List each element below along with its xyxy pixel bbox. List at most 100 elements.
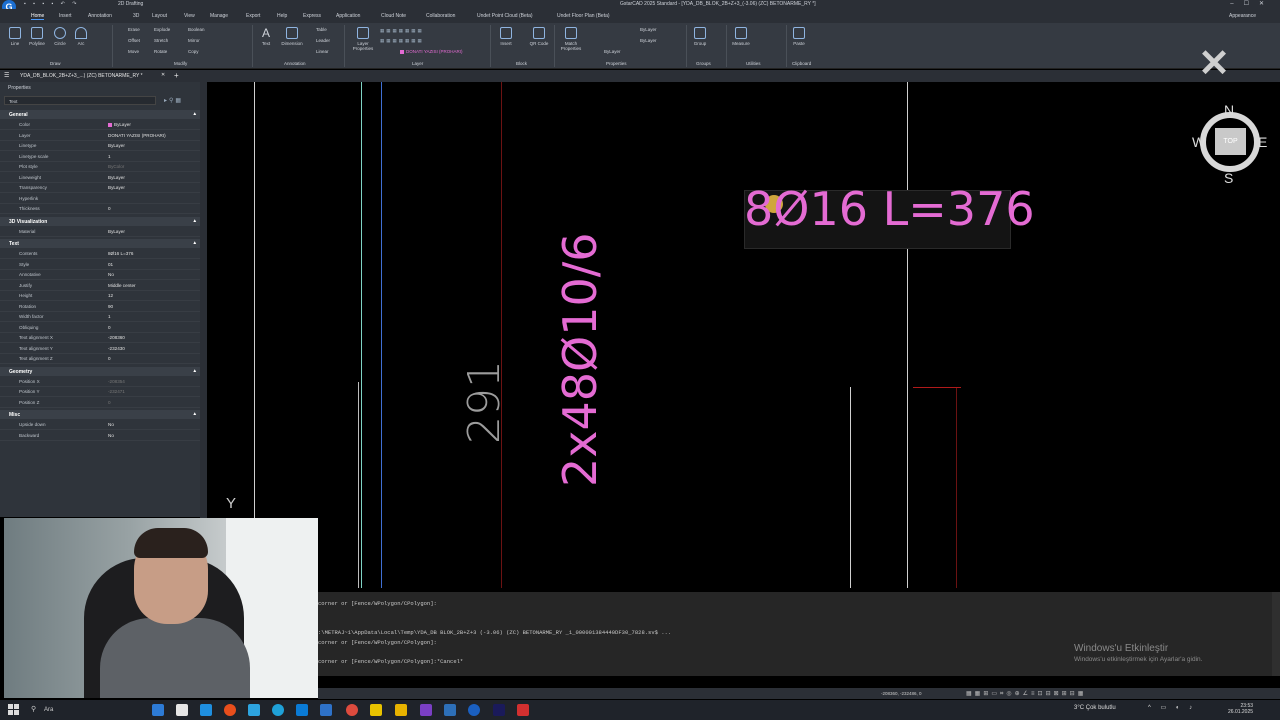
workspace-selector[interactable]: 2D Drafting bbox=[118, 1, 143, 7]
compass-north[interactable]: N bbox=[1224, 102, 1234, 118]
property-row[interactable]: Lineweight ByLayer bbox=[0, 173, 200, 183]
property-row[interactable]: Position X -208354 bbox=[0, 377, 200, 387]
annotation-group-label[interactable]: Annotation bbox=[284, 61, 306, 66]
table-button[interactable]: Table bbox=[316, 27, 327, 32]
property-value[interactable]: No bbox=[108, 433, 114, 438]
quick-access-toolbar[interactable]: ▪ ▪ ▪ ▪ ↶ ↷ bbox=[24, 1, 79, 7]
new-tab-icon[interactable]: + bbox=[174, 71, 179, 80]
taskbar-app-icon[interactable] bbox=[224, 704, 236, 716]
viewcube[interactable]: TOP N S W E bbox=[1192, 102, 1268, 188]
property-value[interactable]: ByLayer bbox=[108, 185, 125, 190]
paste-button[interactable]: Paste bbox=[790, 27, 808, 46]
tab-home[interactable]: Home bbox=[31, 13, 45, 20]
property-value[interactable]: 1 bbox=[108, 154, 111, 159]
section-general[interactable]: General ▴ bbox=[0, 110, 200, 119]
property-row[interactable]: Linetype ByLayer bbox=[0, 141, 200, 151]
property-row[interactable]: Plot style ByColor bbox=[0, 162, 200, 172]
property-row[interactable]: Hyperlink bbox=[0, 194, 200, 204]
section-3d-visualization[interactable]: 3D Visualization ▴ bbox=[0, 216, 200, 226]
property-row[interactable]: Contents 8Ø16 L=376 bbox=[0, 249, 200, 259]
linear-button[interactable]: Linear bbox=[316, 49, 329, 54]
tab-application[interactable]: Application bbox=[336, 13, 360, 19]
property-value[interactable]: 0 bbox=[108, 400, 111, 405]
section-text[interactable]: Text ▴ bbox=[0, 239, 200, 248]
chrome-icon[interactable] bbox=[346, 704, 358, 716]
property-value[interactable]: 0 bbox=[108, 325, 111, 330]
linetype-dropdown[interactable]: ByLayer bbox=[640, 38, 657, 43]
taskbar-clock[interactable]: 23:53 26.01.2025 bbox=[1228, 703, 1253, 715]
property-row[interactable]: Layer DONATI YAZISI (PROHARI) bbox=[0, 131, 200, 141]
dimension-button[interactable]: Dimension bbox=[278, 27, 306, 46]
property-value[interactable]: 0 bbox=[108, 206, 111, 211]
layer-tool-icons-2[interactable]: ▦▦▦▦▦▦▦ bbox=[380, 38, 424, 44]
tab-annotation[interactable]: Annotation bbox=[88, 13, 112, 19]
property-row[interactable]: Obliquing 0 bbox=[0, 323, 200, 333]
tab-express[interactable]: Express bbox=[303, 13, 321, 19]
tab-insert[interactable]: Insert bbox=[59, 13, 72, 19]
taskbar-app-icon[interactable] bbox=[517, 704, 529, 716]
draw-group-label[interactable]: Draw bbox=[50, 61, 61, 66]
window-controls[interactable]: –☐✕ bbox=[1230, 0, 1274, 7]
system-tray-icons[interactable]: ^ ▭ ◐ ♪ bbox=[1148, 704, 1196, 711]
property-value[interactable]: 8Ø16 L=376 bbox=[108, 251, 133, 256]
property-value[interactable]: ByColor bbox=[108, 164, 124, 169]
visual-studio-icon[interactable] bbox=[420, 704, 432, 716]
dimension-text[interactable]: 291 bbox=[459, 360, 510, 444]
vertical-rebar-text[interactable]: 2x48Ø10/6 bbox=[553, 232, 607, 487]
property-value[interactable]: 0 bbox=[108, 356, 111, 361]
property-row[interactable]: Material ByLayer bbox=[0, 227, 200, 237]
clipboard-group-label[interactable]: Clipboard bbox=[792, 61, 811, 66]
layer-tool-icons[interactable]: ▦▦▦▦▦▦▦ bbox=[380, 28, 424, 34]
property-value[interactable]: 01 bbox=[108, 262, 113, 267]
taskbar-app-icon[interactable] bbox=[152, 704, 164, 716]
mirror-button[interactable]: Mirror bbox=[188, 38, 200, 43]
property-row[interactable]: Upside down No bbox=[0, 420, 200, 430]
property-value[interactable]: Middle center bbox=[108, 283, 136, 288]
start-button[interactable] bbox=[8, 704, 19, 715]
group-button[interactable]: Group bbox=[690, 27, 710, 46]
circle-button[interactable]: Circle bbox=[50, 27, 70, 46]
collapse-icon[interactable]: ▴ bbox=[193, 411, 196, 417]
drawing-canvas[interactable]: 291 2x48Ø10/6 8Ø16 L=376 Y bbox=[207, 82, 1280, 588]
command-line[interactable]: corner or [Fence/WPolygon/CPolygon]: :\M… bbox=[318, 592, 1280, 676]
property-row[interactable]: Width factor 1 bbox=[0, 312, 200, 322]
taskbar-search[interactable]: ⚲ Ara bbox=[28, 704, 138, 716]
collapse-icon[interactable]: ▴ bbox=[193, 111, 196, 117]
section-geometry[interactable]: Geometry ▴ bbox=[0, 366, 200, 376]
leader-button[interactable]: Leader bbox=[316, 38, 330, 43]
edge-icon[interactable] bbox=[272, 704, 284, 716]
stretch-button[interactable]: Stretch bbox=[154, 38, 168, 43]
command-scrollbar[interactable] bbox=[1272, 592, 1280, 676]
taskbar-app-icon[interactable] bbox=[248, 704, 260, 716]
property-value[interactable]: 1 bbox=[108, 314, 111, 319]
property-row[interactable]: Transparency ByLayer bbox=[0, 183, 200, 193]
modify-group-label[interactable]: Modify bbox=[174, 61, 187, 66]
taskbar-app-icon[interactable] bbox=[176, 704, 188, 716]
property-value[interactable]: DONATI YAZISI (PROHARI) bbox=[108, 133, 166, 138]
explode-button[interactable]: Explode bbox=[154, 27, 170, 32]
property-value[interactable]: 90 bbox=[108, 304, 113, 309]
text-button[interactable]: A Text bbox=[256, 27, 276, 46]
select-objects-icon[interactable]: ▸⚲▦ bbox=[164, 97, 183, 104]
property-row[interactable]: Backward No bbox=[0, 431, 200, 441]
taskbar-app-icon[interactable] bbox=[370, 704, 382, 716]
move-button[interactable]: Move bbox=[128, 49, 139, 54]
qr-code-button[interactable]: QR Code bbox=[528, 27, 550, 46]
property-row[interactable]: Text alignment Z 0 bbox=[0, 354, 200, 364]
match-properties-button[interactable]: Match Properties bbox=[558, 27, 584, 51]
tab-collaboration[interactable]: Collaboration bbox=[426, 13, 455, 19]
tab-undet-floor-plan[interactable]: Undet Floor Plan (Beta) bbox=[557, 13, 610, 19]
weather-widget[interactable]: 3°C Çok bulutlu bbox=[1074, 705, 1116, 711]
measure-button[interactable]: Measure bbox=[730, 27, 752, 46]
close-tab-icon[interactable]: ✕ bbox=[161, 72, 165, 78]
property-row[interactable]: Justify Middle center bbox=[0, 281, 200, 291]
tab-layout[interactable]: Layout bbox=[152, 13, 167, 19]
property-value[interactable]: -208360 bbox=[108, 335, 125, 340]
property-row[interactable]: Style 01 bbox=[0, 260, 200, 270]
tab-view[interactable]: View bbox=[184, 13, 195, 19]
taskbar-app-icon[interactable] bbox=[296, 704, 308, 716]
property-value[interactable]: No bbox=[108, 272, 114, 277]
selection-dropdown[interactable]: Text bbox=[4, 96, 156, 105]
property-row[interactable]: Thickness 0 bbox=[0, 204, 200, 214]
tab-export[interactable]: Export bbox=[246, 13, 260, 19]
